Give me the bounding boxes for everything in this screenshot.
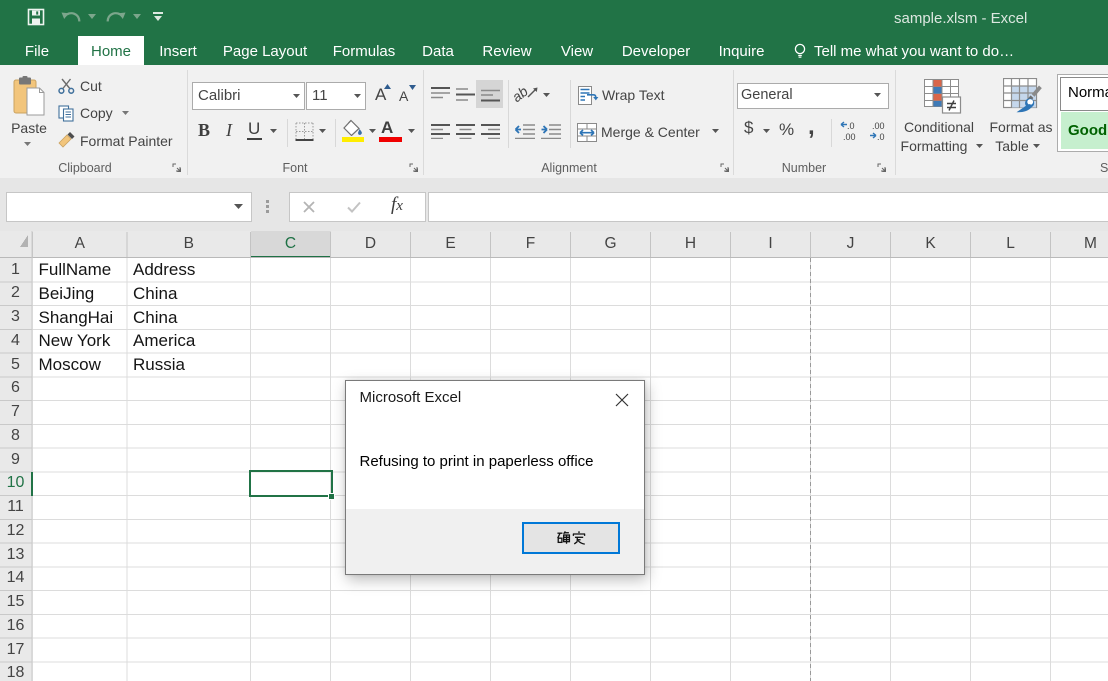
svg-text:.0: .0: [847, 121, 855, 131]
svg-text:.00: .00: [872, 121, 885, 131]
svg-text:.00: .00: [843, 132, 856, 142]
